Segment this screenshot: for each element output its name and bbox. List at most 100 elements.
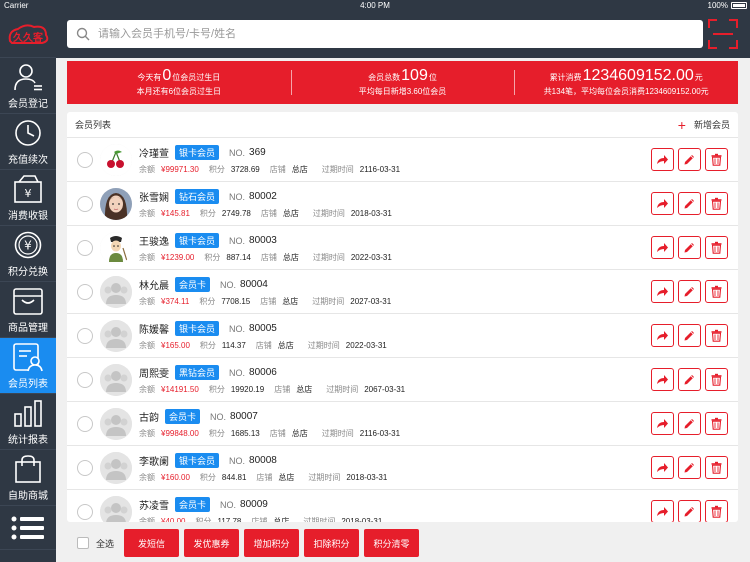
share-button[interactable] — [651, 412, 674, 435]
clear-points-button[interactable]: 积分清零 — [364, 529, 420, 557]
edit-pencil-icon — [684, 243, 694, 253]
share-button[interactable] — [651, 236, 674, 259]
share-button[interactable] — [651, 148, 674, 171]
row-select-radio[interactable] — [77, 415, 93, 432]
edit-button[interactable] — [678, 456, 701, 479]
sidebar-menu-button[interactable] — [0, 506, 56, 550]
sidebar-item-member-register[interactable]: 会员登记 — [0, 58, 56, 114]
edit-button[interactable] — [678, 192, 701, 215]
deduct-points-button[interactable]: 扣除积分 — [304, 529, 360, 557]
send-coupon-button[interactable]: 发优惠券 — [184, 529, 240, 557]
member-no: 80005 — [249, 323, 277, 334]
balance-label: 余额 — [139, 164, 155, 174]
shopping-bag-icon — [15, 454, 41, 483]
share-button[interactable] — [651, 324, 674, 347]
table-row[interactable]: 李歌阑 银卡会员 NO. 80008 余额 ¥160.00 积分 844.81 店铺 总店 过期时间… — [67, 446, 738, 490]
member-expiry: 2027-03-31 — [350, 296, 392, 306]
edit-button[interactable] — [678, 148, 701, 171]
member-no-label: NO. — [229, 147, 246, 158]
sidebar-item-recharge[interactable]: 充值续次 — [0, 114, 56, 170]
stat-prefix: 今天有 — [137, 73, 162, 82]
stat-suffix: 位 — [428, 73, 437, 82]
member-name: 古韵 — [139, 413, 159, 424]
birthday-sub: 本月还有6位会员过生日 — [136, 87, 222, 96]
table-row[interactable]: 周熙雯 黑钻会员 NO. 80006 余额 ¥14191.50 积分 19920.19 店铺 总店… — [67, 358, 738, 402]
share-button[interactable] — [651, 456, 674, 479]
share-button[interactable] — [651, 280, 674, 303]
member-total-sub: 平均每日新增3.60位会员 — [358, 87, 447, 96]
row-actions — [647, 280, 728, 303]
cashier-icon: ¥ — [14, 174, 42, 203]
table-row[interactable]: 冷瑾萱 银卡会员 NO. 369 余额 ¥99971.30 积分 3728.69 店铺 总店 过期时… — [67, 138, 738, 182]
sidebar-item-label: 消费收银 — [8, 210, 48, 222]
add-member-button[interactable]: + 新增会员 — [678, 118, 730, 132]
share-icon — [657, 155, 668, 164]
edit-button[interactable] — [678, 324, 701, 347]
member-no: 80008 — [249, 455, 277, 466]
member-info: 李歌阑 银卡会员 NO. 80008 余额 ¥160.00 积分 844.81 店铺 总店 过期时间… — [139, 453, 647, 483]
share-button[interactable] — [651, 368, 674, 391]
delete-button[interactable] — [705, 324, 728, 347]
member-name: 张雪娴 — [139, 193, 169, 204]
member-store: 总店 — [282, 252, 299, 262]
sidebar-item-self-mall[interactable]: 自助商城 — [0, 450, 56, 506]
row-select-radio[interactable] — [77, 503, 93, 520]
edit-button[interactable] — [678, 368, 701, 391]
delete-button[interactable] — [705, 280, 728, 303]
delete-button[interactable] — [705, 148, 728, 171]
table-row[interactable]: 林允晨 会员卡 NO. 80004 余额 ¥374.11 积分 7708.15 店铺 总店 过期时间… — [67, 270, 738, 314]
menu-icon — [11, 516, 44, 539]
balance-label: 余额 — [139, 516, 155, 523]
avatar — [100, 143, 132, 176]
row-select-radio[interactable] — [77, 459, 93, 476]
table-row[interactable]: 张雪娴 钻石会员 NO. 80002 余额 ¥145.81 积分 2749.78 店铺 总店 过期时… — [67, 182, 738, 226]
edit-button[interactable] — [678, 412, 701, 435]
trash-icon — [711, 505, 722, 518]
row-select-radio[interactable] — [77, 195, 93, 212]
table-row[interactable]: 王骏逸 银卡会员 NO. 80003 余额 ¥1239.00 积分 887.14 店铺 总店 过期时… — [67, 226, 738, 270]
balance-label: 余额 — [139, 340, 155, 350]
edit-button[interactable] — [678, 500, 701, 522]
row-select-radio[interactable] — [77, 151, 93, 168]
member-expiry: 2067-03-31 — [364, 384, 406, 394]
table-row[interactable]: 陈媛馨 银卡会员 NO. 80005 余额 ¥165.00 积分 114.37 店铺 总店 过期时间… — [67, 314, 738, 358]
sidebar-item-products[interactable]: 商品管理 — [0, 282, 56, 338]
points-label: 积分 — [199, 208, 216, 218]
scan-qr-icon[interactable] — [708, 19, 738, 49]
member-name: 苏凌雪 — [139, 501, 169, 512]
edit-button[interactable] — [678, 280, 701, 303]
expiry-label: 过期时间 — [326, 384, 359, 394]
search-input[interactable] — [98, 28, 703, 40]
delete-button[interactable] — [705, 368, 728, 391]
product-box-icon — [13, 287, 43, 315]
table-row[interactable]: 苏凌雪 会员卡 NO. 80009 余额 ¥40.00 积分 117.78 店铺 总店 过期时间 20… — [67, 490, 738, 522]
member-no-label: NO. — [220, 279, 237, 290]
row-select-radio[interactable] — [77, 283, 93, 300]
delete-button[interactable] — [705, 236, 728, 259]
select-all-checkbox[interactable]: 全选 — [77, 537, 114, 550]
share-icon — [657, 243, 668, 252]
send-sms-button[interactable]: 发短信 — [124, 529, 180, 557]
top-bar — [56, 12, 750, 58]
expiry-label: 过期时间 — [307, 340, 340, 350]
sidebar-item-reports[interactable]: 统计报表 — [0, 394, 56, 450]
sidebar-item-member-list[interactable]: 会员列表 — [0, 338, 56, 394]
share-button[interactable] — [651, 500, 674, 522]
row-actions — [647, 412, 728, 435]
row-select-radio[interactable] — [77, 239, 93, 256]
sidebar-item-cashier[interactable]: ¥ 消费收银 — [0, 170, 56, 226]
delete-button[interactable] — [705, 412, 728, 435]
delete-button[interactable] — [705, 456, 728, 479]
delete-button[interactable] — [705, 192, 728, 215]
member-level-badge: 会员卡 — [175, 277, 211, 292]
edit-button[interactable] — [678, 236, 701, 259]
sidebar-item-points-exchange[interactable]: ¥ 积分兑换 — [0, 226, 56, 282]
add-points-button[interactable]: 增加积分 — [244, 529, 300, 557]
row-select-radio[interactable] — [77, 371, 93, 388]
share-button[interactable] — [651, 192, 674, 215]
table-row[interactable]: 古韵 会员卡 NO. 80007 余额 ¥99848.00 积分 1685.13 店铺 总店 过期时… — [67, 402, 738, 446]
delete-button[interactable] — [705, 500, 728, 522]
member-level-badge: 黑钻会员 — [175, 365, 220, 380]
member-info: 古韵 会员卡 NO. 80007 余额 ¥99848.00 积分 1685.13 店铺 总店 过期时… — [139, 409, 647, 439]
row-select-radio[interactable] — [77, 327, 93, 344]
